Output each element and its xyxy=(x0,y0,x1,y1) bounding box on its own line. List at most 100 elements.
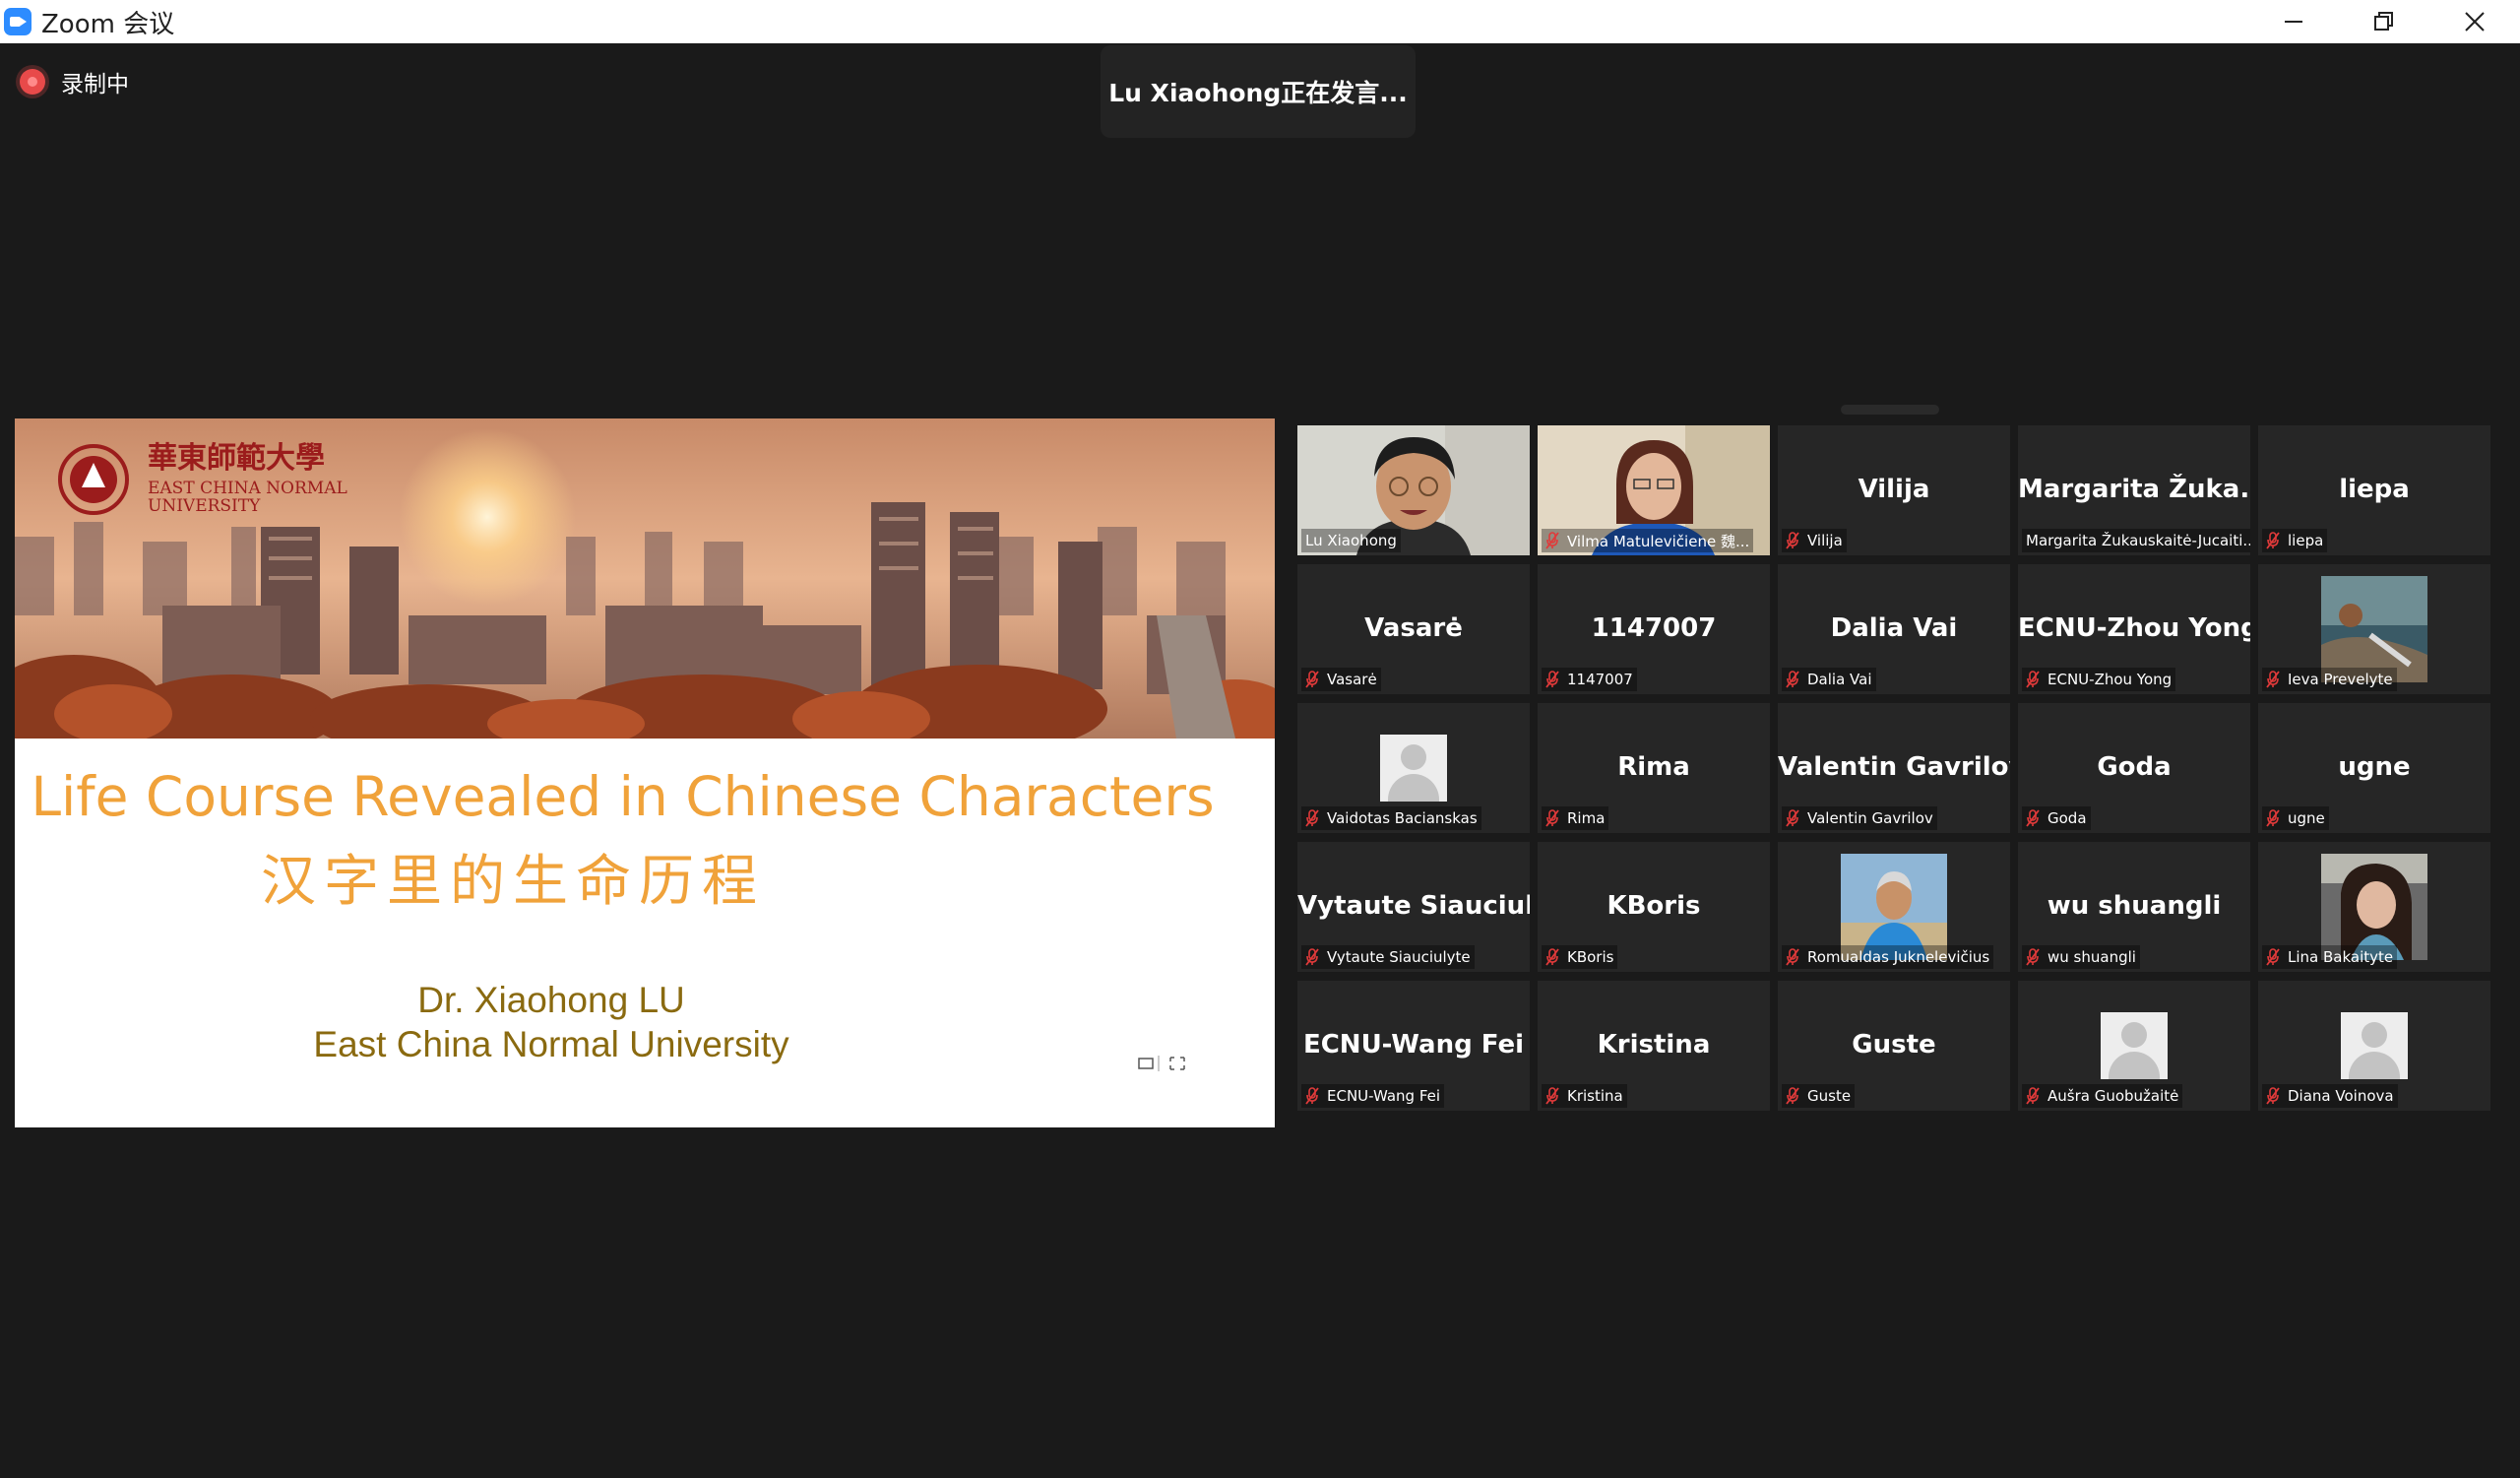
participant-tile[interactable]: Kristina Kristina xyxy=(1538,981,1770,1111)
participant-name-label: KBoris xyxy=(1542,945,1618,969)
participant-name: Vilija xyxy=(1807,532,1843,549)
svg-text:EAST CHINA NORMAL: EAST CHINA NORMAL xyxy=(148,479,347,498)
slide-control-icon xyxy=(1138,1056,1185,1071)
svg-text:UNIVERSITY: UNIVERSITY xyxy=(148,496,261,516)
title-bar: Zoom 会议 xyxy=(0,0,2520,43)
campus-photo: 華東師範大學 EAST CHINA NORMAL UNIVERSITY xyxy=(15,418,1275,739)
mic-muted-icon xyxy=(2026,809,2040,827)
participant-tile[interactable]: Rima Rima xyxy=(1538,703,1770,833)
participant-name-label: Dalia Vai xyxy=(1782,668,1876,691)
mic-muted-icon xyxy=(1545,671,1559,688)
participant-name: Goda xyxy=(2048,809,2087,827)
restore-icon xyxy=(2374,12,2393,31)
mic-muted-icon xyxy=(1305,809,1319,827)
participant-tile[interactable]: ugne ugne xyxy=(2258,703,2490,833)
participant-tile[interactable]: Romualdas Juknelevičius xyxy=(1778,842,2010,972)
participant-name-label: Diana Voinova xyxy=(2262,1084,2398,1108)
window-title: Zoom 会议 xyxy=(41,9,175,39)
close-button[interactable] xyxy=(2429,0,2520,43)
participant-tile[interactable]: ECNU-Wang Fei ECNU-Wang Fei xyxy=(1297,981,1530,1111)
restore-button[interactable] xyxy=(2339,0,2429,43)
participant-name-label: Goda xyxy=(2022,806,2091,830)
mic-muted-icon xyxy=(1786,532,1799,549)
mic-muted-icon xyxy=(1786,671,1799,688)
recording-indicator[interactable]: 录制中 xyxy=(20,65,129,98)
participant-display-name: wu shuangli xyxy=(2047,891,2222,921)
mic-muted-icon xyxy=(1305,948,1319,966)
participant-name: Dalia Vai xyxy=(1807,671,1872,688)
participant-name: Vasarė xyxy=(1327,671,1377,688)
slide-author: Dr. Xiaohong LU xyxy=(417,980,685,1020)
participant-name: Rima xyxy=(1567,809,1606,827)
participant-tile[interactable]: Ieva Prevelyte xyxy=(2258,564,2490,694)
participant-tile[interactable]: Diana Voinova xyxy=(2258,981,2490,1111)
mic-muted-icon xyxy=(2026,671,2040,688)
participant-tile[interactable]: Vilija Vilija xyxy=(1778,425,2010,555)
window-controls xyxy=(2248,0,2520,43)
participant-name: Romualdas Juknelevičius xyxy=(1807,948,1990,966)
mic-muted-icon xyxy=(1786,1087,1799,1105)
participant-tile[interactable]: Vilma Matulevičiene 魏... xyxy=(1538,425,1770,555)
participant-name-label: ugne xyxy=(2262,806,2329,830)
mic-muted-icon xyxy=(1786,948,1799,966)
participant-display-name: Vilija xyxy=(1858,475,1930,504)
participant-name-label: Vytaute Siauciulyte xyxy=(1301,945,1475,969)
participant-tile[interactable]: Lina Bakaityte xyxy=(2258,842,2490,972)
participant-name: Diana Voinova xyxy=(2288,1087,2394,1105)
participant-name: 1147007 xyxy=(1567,671,1633,688)
participant-tile[interactable]: Goda Goda xyxy=(2018,703,2250,833)
participant-tile[interactable]: Aušra Guobužaitė xyxy=(2018,981,2250,1111)
participant-tile[interactable]: Vytaute Siauciul... Vytaute Siauciulyte xyxy=(1297,842,1530,972)
participant-tile[interactable]: 1147007 1147007 xyxy=(1538,564,1770,694)
gallery-drag-handle[interactable] xyxy=(1841,405,1939,415)
svg-text:華東師範大學: 華東師範大學 xyxy=(148,441,325,476)
participant-name-label: Vilma Matulevičiene 魏... xyxy=(1542,529,1754,552)
participant-display-name: Vytaute Siauciul... xyxy=(1297,891,1530,921)
participant-name-label: Romualdas Juknelevičius xyxy=(1782,945,1994,969)
participant-tile[interactable]: KBoris KBoris xyxy=(1538,842,1770,972)
participant-display-name: Goda xyxy=(2097,752,2172,782)
zoom-app-icon xyxy=(4,8,32,35)
mic-muted-icon xyxy=(2266,1087,2280,1105)
participant-display-name: Kristina xyxy=(1597,1030,1711,1060)
participant-display-name: liepa xyxy=(2339,475,2410,504)
mic-muted-icon xyxy=(1545,1087,1559,1105)
participant-tile[interactable]: Guste Guste xyxy=(1778,981,2010,1111)
mic-muted-icon xyxy=(2266,809,2280,827)
participant-name: Margarita Žukauskaitė-Jucaiti... xyxy=(2026,532,2250,549)
participant-display-name: Rima xyxy=(1617,752,1690,782)
participant-tile[interactable]: Vaidotas Bacianskas xyxy=(1297,703,1530,833)
participant-photo xyxy=(2321,576,2427,682)
participant-name: ECNU-Wang Fei xyxy=(1327,1087,1441,1105)
participant-name-label: Valentin Gavrilov xyxy=(1782,806,1937,830)
participant-tile[interactable]: ECNU-Zhou Yong ECNU-Zhou Yong xyxy=(2018,564,2250,694)
minimize-button[interactable] xyxy=(2248,0,2339,43)
participant-name-label: Ieva Prevelyte xyxy=(2262,668,2397,691)
participant-tile[interactable]: Vasarė Vasarė xyxy=(1297,564,1530,694)
participant-tile[interactable]: Dalia Vai Dalia Vai xyxy=(1778,564,2010,694)
mic-muted-icon xyxy=(1786,809,1799,827)
participant-photo xyxy=(2321,854,2427,960)
participant-name-label: Guste xyxy=(1782,1084,1856,1108)
participant-tile[interactable]: Lu Xiaohong xyxy=(1297,425,1530,555)
participant-name: Lu Xiaohong xyxy=(1305,532,1397,549)
participant-display-name: ugne xyxy=(2338,752,2411,782)
participant-tile[interactable]: liepa liepa xyxy=(2258,425,2490,555)
participant-name: Valentin Gavrilov xyxy=(1807,809,1933,827)
participant-name: ECNU-Zhou Yong xyxy=(2048,671,2173,688)
participant-name: Vytaute Siauciulyte xyxy=(1327,948,1471,966)
participant-display-name: KBoris xyxy=(1606,891,1701,921)
participant-tile[interactable]: Margarita Žuka... Margarita Žukauskaitė-J… xyxy=(2018,425,2250,555)
participant-name-label: Vasarė xyxy=(1301,668,1381,691)
mic-muted-icon xyxy=(2266,948,2280,966)
slide-subtitle: 汉字里的生命历程 xyxy=(261,850,765,914)
participant-tile[interactable]: Valentin Gavrilov Valentin Gavrilov xyxy=(1778,703,2010,833)
participant-tile[interactable]: wu shuangli wu shuangli xyxy=(2018,842,2250,972)
participant-name-label: ECNU-Zhou Yong xyxy=(2022,668,2176,691)
minimize-icon xyxy=(2285,21,2302,23)
participant-name-label: wu shuangli xyxy=(2022,945,2140,969)
participant-photo xyxy=(1841,854,1947,960)
participant-name-label: Aušra Guobužaitė xyxy=(2022,1084,2183,1108)
participant-display-name: ECNU-Wang Fei xyxy=(1302,1030,1525,1060)
participant-name-label: Margarita Žukauskaitė-Jucaiti... xyxy=(2022,529,2250,552)
